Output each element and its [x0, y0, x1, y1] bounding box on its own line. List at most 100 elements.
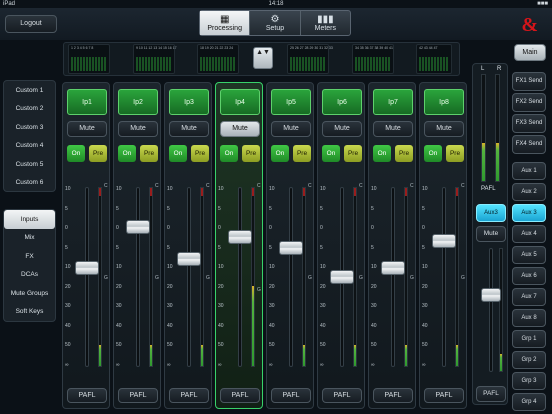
nav-fx[interactable]: FX — [4, 247, 55, 266]
tab-setup[interactable]: ⚙ Setup — [250, 11, 301, 35]
logout-button[interactable]: Logout — [5, 15, 57, 33]
aux-4-button[interactable]: Aux 4 — [512, 225, 546, 243]
tab-meters[interactable]: ▮▮▮ Meters — [301, 11, 350, 35]
main-button[interactable]: Main — [514, 44, 546, 61]
fader-cap[interactable] — [126, 219, 150, 234]
master-mute-button[interactable]: Mute — [476, 226, 506, 242]
fader-cap[interactable] — [177, 252, 201, 266]
mute-button[interactable]: Mute — [118, 121, 158, 137]
overview-bank-1[interactable]: 1 2 3 4 5 6 7 8 — [68, 44, 110, 74]
scale-tick-label: 30 — [65, 303, 71, 309]
mute-button[interactable]: Mute — [67, 121, 107, 137]
custom-4[interactable]: Custom 4 — [4, 137, 55, 156]
aux-7-button[interactable]: Aux 7 — [512, 288, 546, 306]
channel-name-button[interactable]: Ip5 — [271, 89, 311, 115]
channel-name-button[interactable]: Ip7 — [373, 89, 413, 115]
mute-button[interactable]: Mute — [271, 121, 311, 137]
nav-soft-keys[interactable]: Soft Keys — [4, 303, 55, 322]
scale-tick-label: 20 — [116, 283, 122, 290]
gate-label: G — [257, 287, 261, 293]
brand-logo: & — [521, 14, 538, 36]
aux-3-button[interactable]: Aux 3 — [512, 204, 546, 222]
bank-selector[interactable]: ▲▼ — [253, 47, 273, 69]
aux-1-button[interactable]: Aux 1 — [512, 162, 546, 180]
fader-cap[interactable] — [228, 230, 252, 245]
scale-tick-label: ∞ — [320, 361, 324, 368]
pre-button[interactable]: Pre — [242, 145, 260, 162]
pafl-button[interactable]: PAFL — [220, 388, 260, 403]
on-button[interactable]: On — [373, 145, 391, 162]
gate-label: G — [104, 275, 108, 281]
nav-inputs[interactable]: Inputs — [4, 210, 55, 229]
overview-bank-6[interactable]: 42 43 44 47 — [416, 44, 452, 74]
grp-4-button[interactable]: Grp 4 — [512, 393, 546, 411]
channel-name-button[interactable]: Ip3 — [169, 89, 209, 115]
channel-name-button[interactable]: Ip8 — [424, 89, 464, 115]
nav-dcas[interactable]: DCAs — [4, 266, 55, 285]
nav-mute-groups[interactable]: Mute Groups — [4, 284, 55, 303]
overview-bank-5[interactable]: 34 35 36 37 38 39 40 41 — [352, 44, 394, 74]
custom-6[interactable]: Custom 6 — [4, 174, 55, 193]
aux-6-button[interactable]: Aux 6 — [512, 267, 546, 285]
fader-cap[interactable] — [330, 270, 354, 284]
overview-bank-3[interactable]: 18 19 20 21 22 23 24 — [197, 44, 239, 74]
pafl-button[interactable]: PAFL — [322, 388, 362, 403]
tab-processing[interactable]: ▦ Processing — [200, 11, 251, 35]
aux-8-button[interactable]: Aux 8 — [512, 309, 546, 327]
fader-cap[interactable] — [432, 234, 456, 248]
pafl-button[interactable]: PAFL — [67, 388, 107, 403]
custom-2[interactable]: Custom 2 — [4, 100, 55, 119]
fader-cap[interactable] — [279, 241, 303, 256]
pre-button[interactable]: Pre — [395, 145, 413, 162]
aux-2-button[interactable]: Aux 2 — [512, 183, 546, 201]
overview-bank-4[interactable]: 25 26 27 28 29 30 31 32 33 — [287, 44, 333, 74]
on-button[interactable]: On — [220, 145, 238, 162]
channel-name-button[interactable]: Ip6 — [322, 89, 362, 115]
fader-cap[interactable] — [75, 261, 99, 275]
pre-button[interactable]: Pre — [89, 145, 107, 162]
pre-button[interactable]: Pre — [446, 145, 464, 162]
pre-button[interactable]: Pre — [344, 145, 362, 162]
pafl-button[interactable]: PAFL — [271, 388, 311, 403]
fader-cap[interactable] — [381, 261, 405, 275]
pafl-button[interactable]: PAFL — [373, 388, 413, 403]
pre-button[interactable]: Pre — [293, 145, 311, 162]
grp-2-button[interactable]: Grp 2 — [512, 351, 546, 369]
mute-button[interactable]: Mute — [373, 121, 413, 137]
on-button[interactable]: On — [322, 145, 340, 162]
custom-1[interactable]: Custom 1 — [4, 81, 55, 100]
scale-tick-label: 10 — [218, 264, 224, 270]
master-pafl-button[interactable]: PAFL — [476, 386, 506, 402]
grp-3-button[interactable]: Grp 3 — [512, 372, 546, 390]
custom-5[interactable]: Custom 5 — [4, 155, 55, 174]
overview-bank-2[interactable]: 9 10 11 12 13 14 15 16 17 — [133, 44, 177, 74]
mute-button[interactable]: Mute — [220, 121, 260, 137]
grp-1-button[interactable]: Grp 1 — [512, 330, 546, 348]
channel-name-button[interactable]: Ip4 — [220, 89, 260, 115]
on-button[interactable]: On — [169, 145, 187, 162]
on-button[interactable]: On — [271, 145, 289, 162]
custom-3[interactable]: Custom 3 — [4, 118, 55, 137]
on-button[interactable]: On — [424, 145, 442, 162]
nav-mix[interactable]: Mix — [4, 229, 55, 248]
scale-tick-label: 5 — [65, 205, 68, 212]
aux-5-button[interactable]: Aux 5 — [512, 246, 546, 264]
channel-name-button[interactable]: Ip2 — [118, 89, 158, 115]
on-button[interactable]: On — [67, 145, 85, 162]
fx-send-3-button[interactable]: FX3 Send — [512, 114, 546, 133]
pre-button[interactable]: Pre — [140, 145, 158, 162]
pre-button[interactable]: Pre — [191, 145, 209, 162]
fx-send-1-button[interactable]: FX1 Send — [512, 72, 546, 91]
channel-name-button[interactable]: Ip1 — [67, 89, 107, 115]
mute-button[interactable]: Mute — [424, 121, 464, 137]
pafl-button[interactable]: PAFL — [169, 388, 209, 403]
mute-button[interactable]: Mute — [322, 121, 362, 137]
mute-button[interactable]: Mute — [169, 121, 209, 137]
pafl-button[interactable]: PAFL — [424, 388, 464, 403]
fx-send-4-button[interactable]: FX4 Send — [512, 135, 546, 154]
fx-send-2-button[interactable]: FX2 Send — [512, 93, 546, 112]
pafl-button[interactable]: PAFL — [118, 388, 158, 403]
master-fader[interactable] — [481, 288, 501, 303]
aux3-master-button[interactable]: Aux3 — [476, 204, 506, 222]
on-button[interactable]: On — [118, 145, 136, 162]
